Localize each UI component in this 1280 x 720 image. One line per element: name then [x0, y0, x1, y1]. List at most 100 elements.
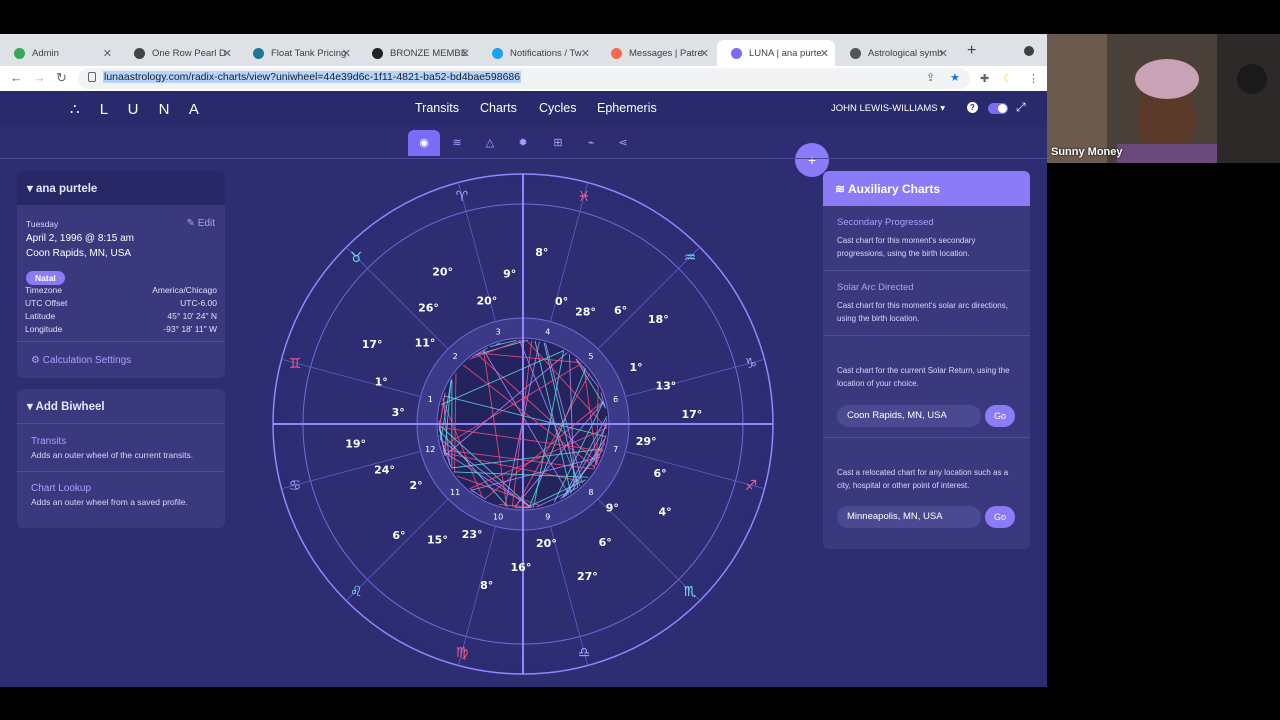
browser-tab[interactable]: Astrological symb ✕ [836, 40, 954, 66]
back-icon[interactable]: ← [10, 70, 23, 85]
browser-tab[interactable]: Admin ✕ [0, 40, 118, 66]
solar-return-go-button[interactable]: Go [985, 405, 1015, 427]
user-menu[interactable]: JOHN LEWIS-WILLIAMS ▾ [831, 103, 945, 114]
planet-degree[interactable]: 29° [636, 435, 657, 448]
nav-charts[interactable]: Charts [480, 101, 517, 115]
extensions-icon[interactable]: ✚ [980, 72, 989, 85]
top-navigation: ∴ L U N A Transits Charts Cycles Ephemer… [0, 91, 1047, 127]
forward-icon[interactable]: → [33, 70, 46, 85]
planet-degree[interactable]: 1° [630, 361, 643, 374]
planet-degree[interactable]: 8° [535, 246, 548, 259]
sign-glyph: ♏ [684, 584, 697, 600]
tab-close-icon[interactable]: ✕ [820, 47, 829, 60]
tab-favicon-icon [253, 47, 264, 59]
share-chart-icon[interactable]: ⋖ [607, 130, 639, 156]
planet-degree[interactable]: 27° [577, 570, 598, 583]
tab-search-icon[interactable] [1024, 46, 1034, 56]
luna-logo[interactable]: ∴ L U N A [70, 100, 207, 118]
solar-arc-title[interactable]: Solar Arc Directed [837, 282, 914, 293]
browser-tab[interactable]: Messages | Patre ✕ [597, 40, 715, 66]
tab-close-icon[interactable]: ✕ [939, 47, 948, 60]
planet-degree[interactable]: 19° [345, 438, 366, 451]
tab-close-icon[interactable]: ✕ [700, 47, 709, 60]
planet-degree[interactable]: 24° [374, 463, 395, 476]
tab-close-icon[interactable]: ✕ [223, 47, 232, 60]
planet-degree[interactable]: 23° [462, 528, 483, 541]
browser-tab[interactable]: Float Tank Pricing ✕ [239, 40, 357, 66]
moon-extension-icon[interactable]: ☾ [1003, 72, 1013, 85]
biwheel-chart-lookup-link[interactable]: Chart Lookup [31, 483, 91, 494]
planet-degree[interactable]: 6° [614, 304, 627, 317]
nav-cycles[interactable]: Cycles [539, 101, 577, 115]
planet-degree[interactable]: 17° [681, 408, 702, 421]
browser-tab[interactable]: One Row Pearl D ✕ [120, 40, 238, 66]
tab-close-icon[interactable]: ✕ [461, 47, 470, 60]
new-tab-button[interactable]: + [967, 42, 976, 60]
planet-degree[interactable]: 0° [555, 295, 568, 308]
relocated-go-button[interactable]: Go [985, 506, 1015, 528]
fullscreen-icon[interactable]: ⤢ [1016, 100, 1026, 115]
url-text[interactable]: lunaastrology.com/radix-charts/view?uniw… [103, 71, 522, 83]
settings-sun-icon[interactable]: ✹ [507, 130, 539, 156]
solar-return-location-input[interactable]: Coon Rapids, MN, USA [837, 405, 981, 427]
biwheel-transits-link[interactable]: Transits [31, 436, 66, 447]
secondary-progressed-section[interactable]: Secondary Progressed Cast chart for this… [823, 206, 1030, 271]
profile-header[interactable]: ▾ ana purtele [17, 171, 225, 205]
planet-degree[interactable]: 17° [362, 338, 383, 351]
relocated-location-input[interactable]: Minneapolis, MN, USA [837, 506, 981, 528]
solar-arc-section[interactable]: Solar Arc Directed Cast chart for this m… [823, 271, 1030, 336]
planet-degree[interactable]: 8° [480, 579, 493, 592]
sign-glyph: ♒ [684, 250, 697, 266]
planet-degree[interactable]: 20° [536, 537, 557, 550]
reload-icon[interactable]: ↻ [56, 70, 67, 86]
planet-degree[interactable]: 20° [432, 265, 453, 278]
planet-degree[interactable]: 9° [503, 268, 516, 281]
natal-chart-wheel[interactable]: ♓♒♑♐♏♎♍♌♋♊♉♈ 123 456789101112 28° 6°18°1°1… [271, 172, 775, 676]
nav-transits[interactable]: Transits [415, 101, 459, 115]
nav-ephemeris[interactable]: Ephemeris [597, 101, 657, 115]
relocated-section: Cast a relocated chart for any location … [823, 438, 1030, 549]
attachment-icon[interactable]: ⌁ [575, 130, 607, 156]
browser-tab[interactable]: BRONZE MEMBE ✕ [358, 40, 476, 66]
planet-degree[interactable]: 13° [655, 379, 676, 392]
planet-degree[interactable]: 6° [653, 467, 666, 480]
hierarchy-icon[interactable]: ⊞ [542, 130, 574, 156]
tab-close-icon[interactable]: ✕ [103, 47, 112, 60]
planet-degree[interactable]: 9° [606, 501, 619, 514]
browser-tab[interactable]: LUNA | ana purte ✕ [717, 40, 835, 66]
planet-degree[interactable]: 15° [427, 534, 448, 547]
planet-degree[interactable]: 4° [658, 506, 671, 519]
latitude-key: Latitude [25, 311, 56, 321]
planet-degree[interactable]: 28° [575, 306, 596, 319]
share-icon[interactable]: ⇪ [926, 71, 935, 84]
planet-degree[interactable]: 18° [648, 313, 669, 326]
planet-degree[interactable]: 26° [418, 301, 439, 314]
planet-degree[interactable]: 3° [392, 406, 405, 419]
bookmark-star-icon[interactable]: ★ [950, 71, 960, 84]
tab-favicon-icon [850, 47, 861, 59]
wheel-view-icon[interactable]: ◉ [408, 130, 440, 156]
edit-profile-link[interactable]: ✎ Edit [187, 218, 215, 229]
tab-close-icon[interactable]: ✕ [581, 47, 590, 60]
timezone-value: America/Chicago [152, 285, 217, 295]
planet-degree[interactable]: 11° [415, 336, 436, 349]
help-icon[interactable]: ? [967, 102, 978, 113]
aspects-icon[interactable]: △ [474, 130, 506, 156]
planet-degree[interactable]: 2° [410, 479, 423, 492]
tab-close-icon[interactable]: ✕ [342, 47, 351, 60]
secondary-progressed-title[interactable]: Secondary Progressed [837, 217, 934, 228]
biwheel-header[interactable]: ▾ Add Biwheel [17, 389, 225, 423]
planet-degree[interactable]: 1° [375, 375, 388, 388]
calculation-settings-link[interactable]: ⚙ Calculation Settings [31, 355, 131, 366]
omnibox[interactable]: lunaastrology.com/radix-charts/view?uniw… [78, 68, 970, 89]
theme-toggle[interactable] [988, 103, 1008, 114]
planet-degree[interactable]: 20° [476, 294, 497, 307]
webcam-video [1047, 34, 1280, 163]
layers-icon[interactable]: ≋ [441, 130, 473, 156]
sign-glyph: ♑ [745, 356, 758, 372]
browser-menu-icon[interactable]: ⋮ [1028, 72, 1039, 85]
planet-degree[interactable]: 16° [511, 561, 532, 574]
planet-degree[interactable]: 6° [392, 529, 405, 542]
planet-degree[interactable]: 6° [599, 536, 612, 549]
browser-tab[interactable]: Notifications / Tw ✕ [478, 40, 596, 66]
